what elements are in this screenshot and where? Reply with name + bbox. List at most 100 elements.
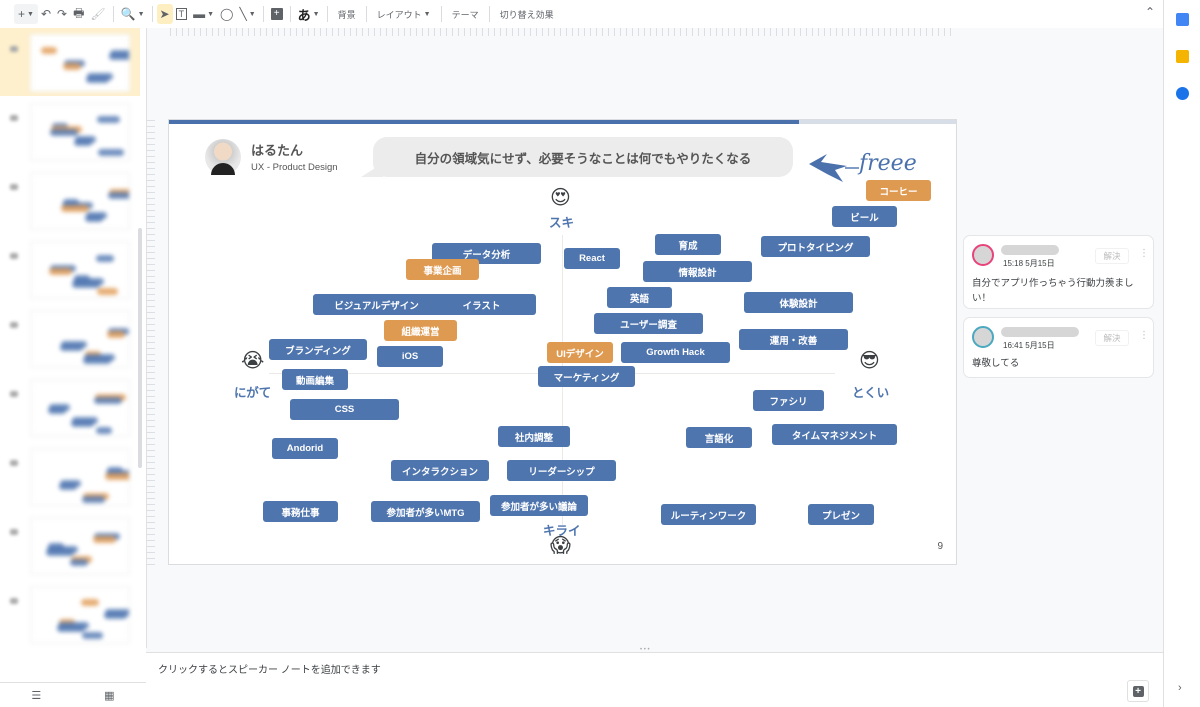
filmstrip-footer: ☰ ▦ <box>0 682 146 707</box>
calendar-icon[interactable] <box>1176 13 1189 26</box>
list-view-icon[interactable]: ☰ <box>31 689 41 702</box>
select-tool-button[interactable]: ➤ <box>156 4 173 24</box>
slide-thumbnail[interactable] <box>0 28 140 96</box>
commenter-avatar <box>972 244 994 266</box>
skill-chip[interactable]: 情報設計 <box>643 261 752 282</box>
speaker-notes[interactable]: クリックするとスピーカー ノートを追加できます + <box>146 652 1163 707</box>
skill-chip[interactable]: 体験設計 <box>744 292 853 313</box>
skill-chip[interactable]: 英語 <box>607 287 672 308</box>
skill-chip[interactable]: マーケティング <box>538 366 635 387</box>
skill-chip[interactable]: Growth Hack <box>621 342 730 363</box>
slide-thumbnail[interactable] <box>0 235 140 303</box>
undo-button[interactable]: ↶ <box>38 4 54 24</box>
skill-chip[interactable]: ファシリ <box>753 390 824 411</box>
swallow-icon <box>809 154 847 182</box>
skill-chip[interactable]: ビール <box>832 206 897 227</box>
skill-chip[interactable]: ユーザー調査 <box>594 313 703 334</box>
speech-bubble-text: 自分の領域気にせず、必要そうなことは何でもやりたくなる <box>414 151 752 166</box>
axis-label-like: スキ <box>549 216 575 230</box>
print-button[interactable]: 🖶 <box>70 4 87 24</box>
slide-thumbnail-image <box>30 310 130 368</box>
new-slide-button[interactable]: + ▼ <box>14 4 38 24</box>
skill-chip[interactable]: 社内調整 <box>498 426 570 447</box>
resolve-button[interactable]: 解決 <box>1095 248 1129 264</box>
add-comment-button[interactable]: + <box>268 4 286 24</box>
comment-card[interactable]: 15:18 5月15日 解決 ⋮ 自分でアプリ作っちゃう行動力羨ましい！ <box>964 236 1153 308</box>
comment-text: 尊敬してる <box>972 358 1020 369</box>
slide-filmstrip[interactable] <box>0 28 146 682</box>
background-button[interactable]: 背景 <box>332 4 362 24</box>
skill-chip[interactable]: 参加者が多いMTG <box>371 501 480 522</box>
divider <box>365 6 367 22</box>
grid-view-icon[interactable]: ▦ <box>104 689 114 702</box>
commenter-name <box>1001 327 1079 337</box>
slide-thumbnail[interactable] <box>0 511 140 579</box>
slide-thumbnail[interactable] <box>0 166 140 234</box>
skill-chip[interactable]: Andorid <box>272 438 338 459</box>
slide-thumbnail[interactable] <box>0 304 140 372</box>
avatar <box>205 139 241 175</box>
shape-icon: ◯ <box>220 7 234 21</box>
slide-thumbnail[interactable] <box>0 373 140 441</box>
line-button[interactable]: ╲ ▼ <box>236 4 258 24</box>
resolve-button[interactable]: 解決 <box>1095 330 1129 346</box>
skill-chip[interactable]: 事業企画 <box>406 259 479 280</box>
skill-chip[interactable]: インタラクション <box>391 460 489 481</box>
slide-thumbnail[interactable] <box>0 97 140 165</box>
add-comment-fab[interactable]: + <box>1127 680 1149 702</box>
slide[interactable]: はるたん UX - Product Design 自分の領域気にせず、必要そうな… <box>169 120 956 564</box>
slide-thumbnail-image <box>30 34 130 92</box>
speech-bubble: 自分の領域気にせず、必要そうなことは何でもやりたくなる <box>361 137 793 177</box>
skill-chip[interactable]: 参加者が多い議論 <box>490 495 588 516</box>
skill-chip[interactable]: プロトタイピング <box>761 236 870 257</box>
layout-button[interactable]: レイアウト ▼ <box>371 4 437 24</box>
slide-thumbnail-image <box>30 103 130 161</box>
skill-chip[interactable]: UIデザイン <box>547 342 613 363</box>
more-options-icon[interactable]: ⋮ <box>1139 331 1149 341</box>
slide-thumbnail-number <box>10 598 18 604</box>
skill-chip[interactable]: 育成 <box>655 234 721 255</box>
image-button[interactable]: ▬ ▼ <box>190 4 217 24</box>
skill-chip[interactable]: 運用・改善 <box>739 329 848 350</box>
skill-chip[interactable]: iOS <box>377 346 443 367</box>
slide-thumbnail[interactable] <box>0 442 140 510</box>
skill-chip[interactable]: ルーティンワーク <box>661 504 756 525</box>
filmstrip-scrollbar[interactable] <box>138 228 142 468</box>
slide-thumbnail[interactable] <box>0 580 140 648</box>
skill-chip[interactable]: リーダーシップ <box>507 460 616 481</box>
skill-chip[interactable]: 動画編集 <box>282 369 348 390</box>
divider <box>262 6 264 22</box>
transition-button[interactable]: 切り替え効果 <box>494 4 560 24</box>
axis-label-strong: とくい <box>852 386 890 400</box>
expand-panel-icon[interactable]: › <box>1178 682 1182 694</box>
skill-chip[interactable]: React <box>564 248 620 269</box>
skill-chip[interactable]: 事務仕事 <box>263 501 338 522</box>
textbox-button[interactable]: T <box>173 4 191 24</box>
keep-icon[interactable] <box>1176 50 1189 63</box>
zoom-button[interactable]: 🔍 ▼ <box>118 4 148 24</box>
more-options-icon[interactable]: ⋮ <box>1139 249 1149 259</box>
skill-chip[interactable]: イラスト <box>427 294 536 315</box>
skill-chip[interactable]: ビジュアルデザイン <box>313 294 440 315</box>
skill-chip[interactable]: コーヒー <box>866 180 931 201</box>
commenter-avatar <box>972 326 994 348</box>
slide-thumbnail-image <box>30 379 130 437</box>
skill-chip[interactable]: タイムマネジメント <box>772 424 897 445</box>
skill-chip[interactable]: CSS <box>290 399 399 420</box>
redo-button[interactable]: ↷ <box>54 4 70 24</box>
skill-chip[interactable]: 言語化 <box>686 427 752 448</box>
skill-chip[interactable]: 組織運営 <box>384 320 457 341</box>
tasks-icon[interactable] <box>1176 87 1189 100</box>
textbox-icon: T <box>175 8 188 20</box>
comment-time: 15:18 5月15日 <box>1003 259 1055 268</box>
comment-card[interactable]: 16:41 5月15日 解決 ⋮ 尊敬してる <box>964 318 1153 377</box>
speaker-notes-placeholder[interactable]: クリックするとスピーカー ノートを追加できます <box>158 661 381 676</box>
plus-icon: + <box>18 7 26 21</box>
theme-button[interactable]: テーマ <box>446 4 485 24</box>
skill-chip[interactable]: ブランディング <box>269 339 367 360</box>
skill-chip[interactable]: プレゼン <box>808 504 874 525</box>
paint-format-button[interactable]: 🖌 <box>87 4 108 24</box>
input-tools-button[interactable]: あ ▼ <box>295 4 323 24</box>
shape-button[interactable]: ◯ <box>217 4 236 24</box>
collapse-toolbar-icon[interactable]: ⌃ <box>1145 5 1155 19</box>
